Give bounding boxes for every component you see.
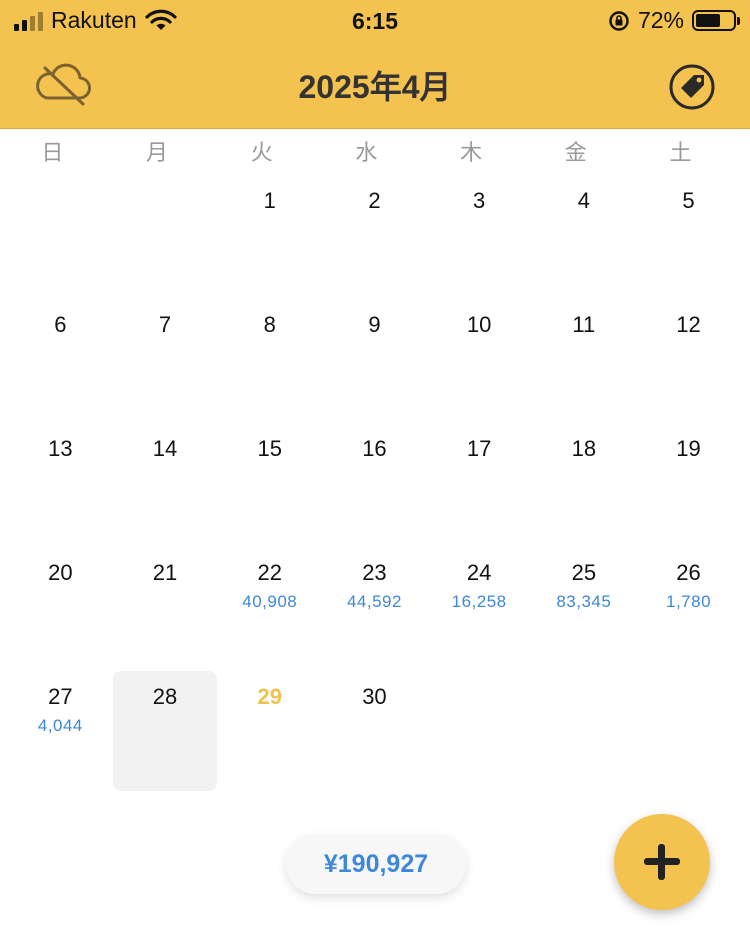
calendar-day[interactable]: 27 4,044 — [8, 671, 113, 791]
calendar-day[interactable]: 17 — [427, 423, 532, 543]
calendar-day[interactable]: 7 — [113, 299, 218, 419]
battery-icon — [692, 10, 740, 31]
day-number: 4 — [577, 188, 590, 213]
tag-icon[interactable] — [668, 63, 716, 111]
weekday-label: 火 — [250, 140, 273, 165]
day-number: 1 — [263, 188, 276, 213]
calendar-day[interactable]: 2 — [322, 175, 427, 295]
calendar-day-today[interactable]: 28 — [112, 671, 218, 791]
day-number: 19 — [676, 436, 701, 461]
calendar-day[interactable]: 30 — [322, 671, 427, 791]
calendar-day[interactable]: 23 44,592 — [322, 547, 427, 667]
day-number: 26 — [676, 560, 701, 585]
weekday-label: 木 — [460, 140, 483, 165]
day-number: 12 — [676, 312, 701, 337]
day-number: 28 — [152, 684, 178, 709]
day-amount: 83,345 — [556, 592, 612, 611]
calendar-day[interactable]: 1 — [217, 175, 322, 295]
header-bar: Rakuten 6:15 72% 2025年4月 — [0, 0, 750, 129]
calendar-day[interactable]: 22 40,908 — [217, 547, 322, 667]
day-number: 15 — [257, 436, 282, 461]
day-number: 25 — [571, 560, 597, 585]
day-number: 16 — [362, 436, 387, 461]
day-number: 29 — [257, 684, 282, 709]
day-amount: 1,780 — [666, 592, 712, 611]
day-number: 24 — [466, 560, 492, 585]
day-number: 22 — [257, 560, 282, 585]
calendar-day[interactable]: 14 — [113, 423, 218, 543]
weekday-label: 金 — [564, 140, 587, 165]
calendar-day[interactable]: 16 — [322, 423, 427, 543]
day-number: 18 — [571, 436, 597, 461]
calendar-day[interactable]: 24 16,258 — [427, 547, 532, 667]
day-number: 11 — [572, 312, 596, 337]
day-number: 10 — [466, 312, 492, 337]
day-amount: 40,908 — [242, 592, 298, 611]
weekday-label: 月 — [146, 140, 169, 165]
calendar-day[interactable]: 11 — [532, 299, 637, 419]
calendar-day[interactable]: 12 — [636, 299, 741, 419]
add-button[interactable] — [614, 814, 710, 910]
day-number: 13 — [48, 436, 73, 461]
day-number: 8 — [263, 312, 276, 337]
calendar-day[interactable]: 9 — [322, 299, 427, 419]
day-number: 27 — [48, 684, 73, 709]
calendar-day[interactable]: 20 — [8, 547, 113, 667]
day-amount: 44,592 — [346, 592, 402, 611]
calendar-day[interactable]: 25 83,345 — [532, 547, 637, 667]
calendar-day[interactable]: 21 — [113, 547, 218, 667]
day-amount: 4,044 — [37, 716, 83, 735]
calendar-day[interactable]: 4 — [532, 175, 637, 295]
day-number: 17 — [466, 436, 492, 461]
calendar-day[interactable]: 5 — [636, 175, 741, 295]
day-number: 7 — [158, 312, 172, 337]
calendar-day[interactable]: 6 — [8, 299, 113, 419]
day-amount: 16,258 — [451, 592, 507, 611]
calendar-day[interactable]: 8 — [217, 299, 322, 419]
month-title: 2025年4月 — [298, 69, 452, 105]
weekday-label: 水 — [355, 140, 378, 165]
monthly-total-button[interactable]: ¥190,927 — [286, 834, 466, 894]
day-number: 30 — [362, 684, 387, 709]
battery-percent: 72% — [637, 7, 684, 33]
day-number: 23 — [362, 560, 387, 585]
weekday-header: 日 月 火 水 木 金 土 — [0, 128, 750, 176]
weekday-label: 日 — [41, 140, 64, 165]
status-right: 72% — [608, 7, 740, 34]
day-number: 2 — [368, 188, 381, 213]
calendar-day[interactable]: 15 — [217, 423, 322, 543]
day-number: 20 — [48, 560, 73, 585]
day-number: 14 — [152, 436, 178, 461]
calendar-day[interactable]: 26 1,780 — [636, 547, 741, 667]
calendar-day[interactable]: 10 — [427, 299, 532, 419]
weekday-label: 土 — [669, 140, 692, 165]
day-number: 5 — [682, 188, 695, 213]
status-bar: Rakuten 6:15 72% — [0, 0, 750, 42]
day-number: 6 — [54, 312, 67, 337]
calendar-day[interactable]: 19 — [636, 423, 741, 543]
calendar-day[interactable]: 3 — [427, 175, 532, 295]
calendar-day[interactable]: 18 — [532, 423, 637, 543]
plus-icon — [658, 844, 665, 880]
day-number: 21 — [152, 560, 178, 585]
calendar-day[interactable]: 13 — [8, 423, 113, 543]
day-number: 3 — [473, 188, 486, 213]
day-number: 9 — [368, 312, 381, 337]
rotation-lock-icon — [609, 10, 629, 31]
calendar-day[interactable]: 29 — [217, 671, 322, 791]
